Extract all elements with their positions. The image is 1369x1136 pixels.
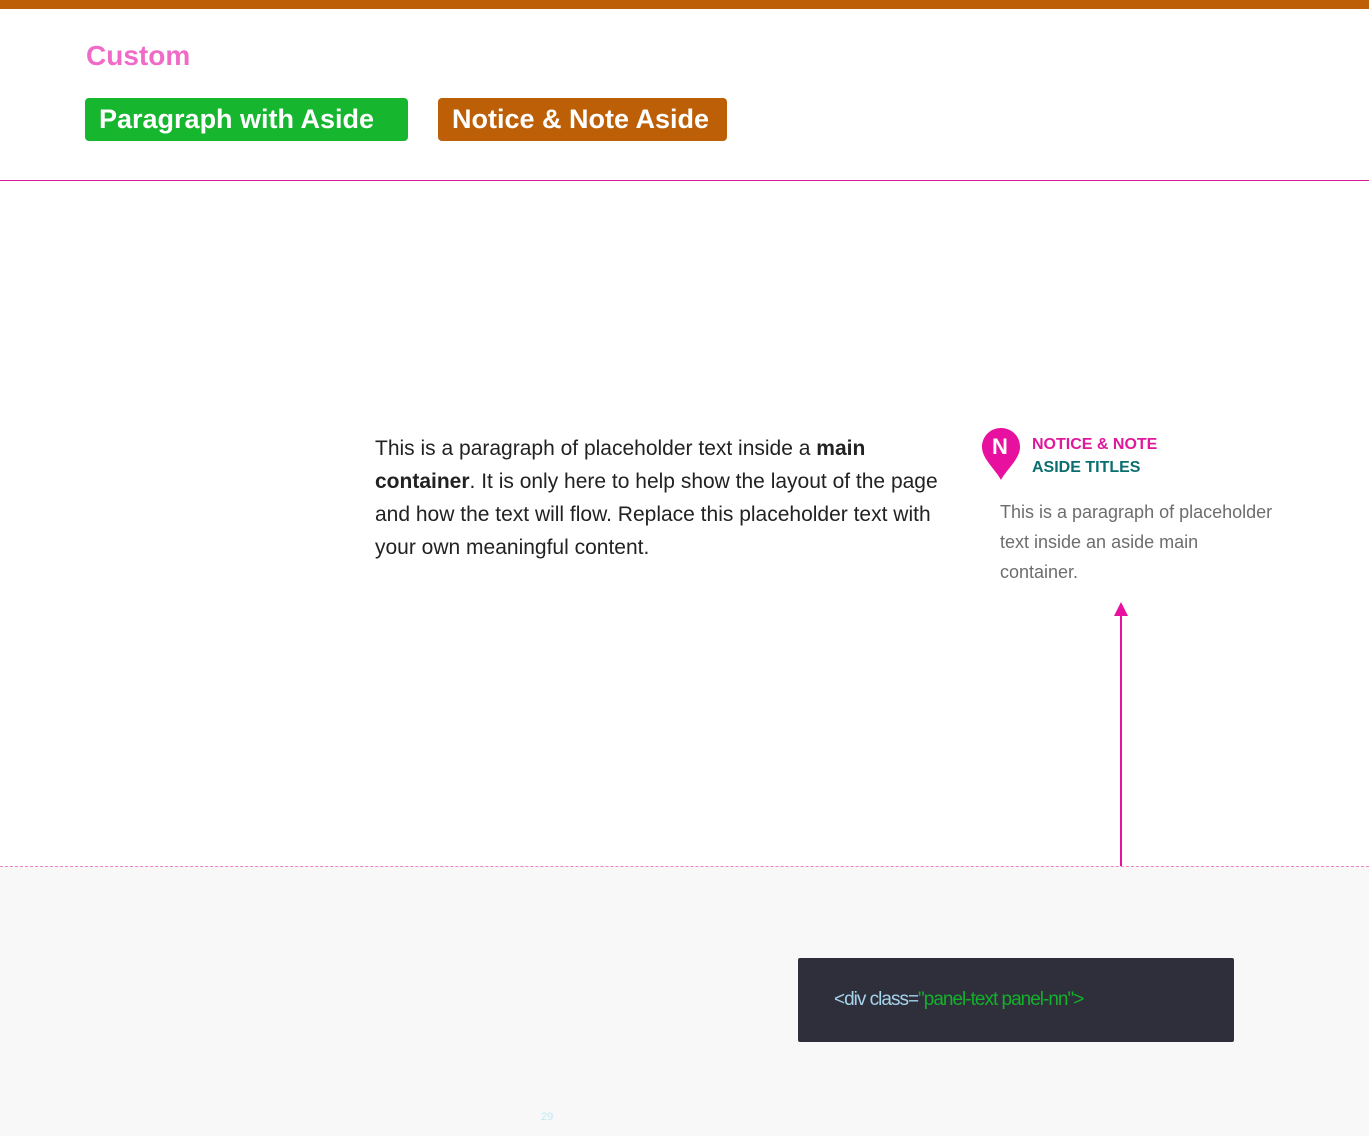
main-paragraph-text-start: This is a paragraph of placeholder text … (375, 437, 817, 460)
code-snippet: <div class="panel-text panel-nn"> (798, 958, 1234, 1042)
tag-notice-note-aside: Notice & Note Aside (438, 98, 727, 141)
aside-paragraph: This is a paragraph of placeholder text … (1000, 502, 1273, 582)
code-tag-text: <div class= (834, 989, 919, 1010)
main-paragraph: This is a paragraph of placeholder text … (375, 432, 945, 564)
header-divider (0, 180, 1369, 181)
aside-title: NOTICE & NOTE ASIDE TITLES (1032, 433, 1157, 479)
pin-letter: N (992, 434, 1008, 459)
map-pin-n-icon: N (982, 428, 1020, 480)
section-title: Custom (86, 40, 191, 71)
page-number: 29 (541, 1111, 554, 1123)
top-accent-bar (0, 0, 1369, 9)
tag-paragraph-with-aside: Paragraph with Aside (85, 98, 408, 141)
aside-title-line-2: ASIDE TITLES (1032, 459, 1141, 476)
aside-title-line-1: NOTICE & NOTE (1032, 436, 1158, 453)
code-class-value: "panel-text panel-nn"> (918, 989, 1084, 1010)
